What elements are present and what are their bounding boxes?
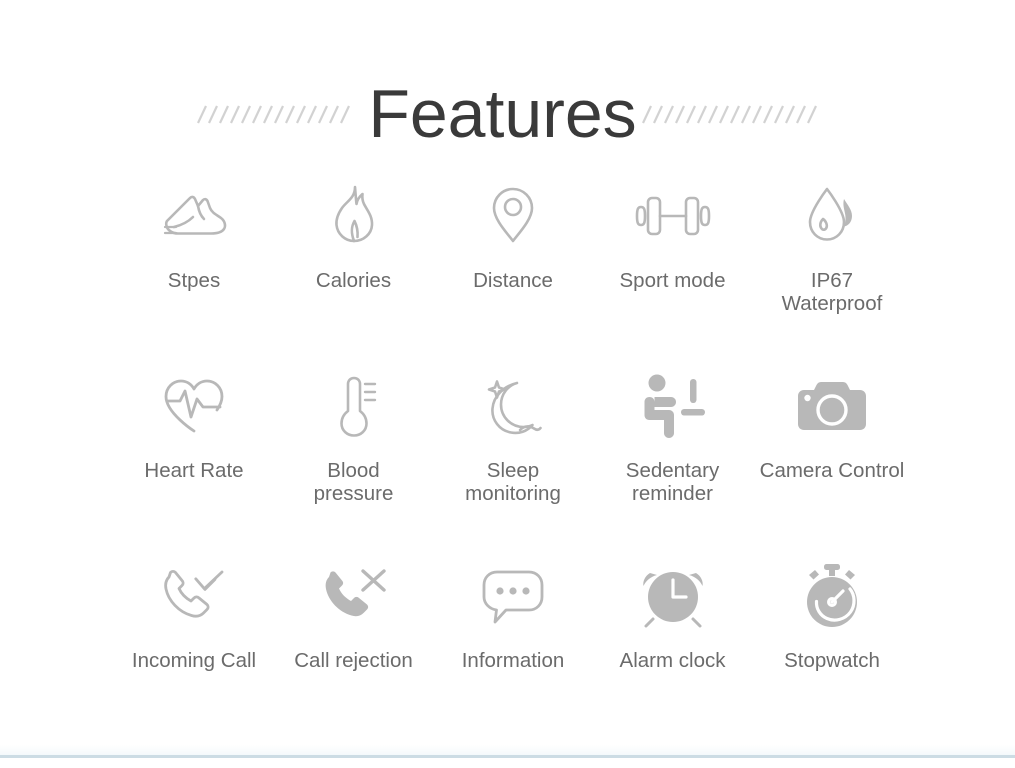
feature-label: Incoming Call (131, 649, 257, 672)
running-shoe-icon (156, 178, 232, 254)
features-row: Stpes Calories Distance Sport mode IP67 … (118, 178, 908, 368)
feature-item-stopwatch[interactable]: Stopwatch (756, 558, 908, 673)
hatch-decoration-right-icon (641, 101, 819, 127)
feature-label: Alarm clock (619, 649, 726, 672)
feature-label: Stpes (167, 269, 221, 292)
hatch-decoration-left-icon (196, 101, 358, 127)
feature-label: IP67 Waterproof (781, 269, 883, 315)
feature-item-camera-control[interactable]: Camera Control (756, 368, 908, 483)
features-row: Heart Rate Blood pressure Sleep monitori… (118, 368, 908, 558)
incoming-call-icon (158, 558, 230, 634)
feature-label: Camera Control (759, 459, 905, 482)
seated-person-alert-icon (638, 368, 708, 444)
feature-label: Heart Rate (144, 459, 244, 482)
feature-item-waterproof[interactable]: IP67 Waterproof (756, 178, 908, 315)
feature-item-alarm-clock[interactable]: Alarm clock (597, 558, 749, 673)
stopwatch-icon (797, 558, 867, 634)
feature-item-steps[interactable]: Stpes (118, 178, 270, 293)
heart-pulse-icon (158, 368, 230, 444)
flame-icon (324, 178, 384, 254)
page-title: Features (368, 76, 637, 152)
thermometer-icon (324, 368, 384, 444)
water-drop-icon (800, 178, 864, 254)
bottom-tint (0, 745, 1015, 755)
feature-item-heart-rate[interactable]: Heart Rate (118, 368, 270, 483)
alarm-clock-icon (638, 558, 708, 634)
features-grid: Stpes Calories Distance Sport mode IP67 … (118, 178, 908, 748)
feature-item-sedentary-reminder[interactable]: Sedentary reminder (597, 368, 749, 505)
feature-item-calories[interactable]: Calories (278, 178, 430, 293)
feature-label: Sleep monitoring (465, 459, 561, 505)
feature-item-blood-pressure[interactable]: Blood pressure (278, 368, 430, 505)
feature-label: Blood pressure (313, 459, 394, 505)
feature-item-sleep-monitoring[interactable]: Sleep monitoring (437, 368, 589, 505)
feature-item-information[interactable]: Information (437, 558, 589, 673)
location-pin-icon (485, 178, 541, 254)
features-row: Incoming Call Call rejection Information… (118, 558, 908, 748)
feature-item-distance[interactable]: Distance (437, 178, 589, 293)
speech-bubble-icon (477, 558, 549, 634)
feature-item-sport-mode[interactable]: Sport mode (597, 178, 749, 293)
dumbbell-icon (633, 178, 713, 254)
feature-label: Stopwatch (784, 649, 880, 672)
bottom-divider (0, 755, 1015, 758)
feature-label: Distance (473, 269, 553, 292)
feature-label: Call rejection (294, 649, 413, 672)
page-header: Features (0, 78, 1015, 150)
feature-label: Information (461, 649, 565, 672)
feature-label: Sedentary reminder (625, 459, 720, 505)
feature-item-incoming-call[interactable]: Incoming Call (118, 558, 270, 673)
feature-label: Sport mode (619, 269, 726, 292)
feature-item-call-rejection[interactable]: Call rejection (278, 558, 430, 673)
crescent-moon-icon (477, 368, 549, 444)
feature-label: Calories (315, 269, 392, 292)
call-reject-icon (318, 558, 390, 634)
camera-icon (795, 368, 869, 444)
